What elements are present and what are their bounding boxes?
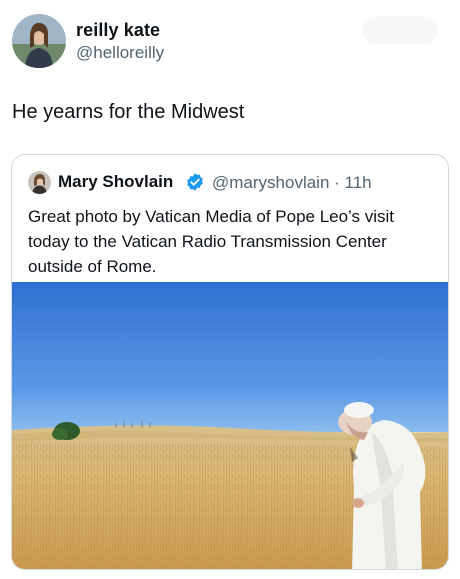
quoted-post-text: Great photo by Vatican Media of Pope Leo… — [28, 207, 395, 276]
author-display-name[interactable]: reilly kate — [76, 20, 160, 41]
author-avatar-image — [12, 14, 66, 68]
quoted-avatar-image — [28, 171, 51, 194]
author-handle[interactable]: @helloreilly — [76, 43, 164, 63]
quoted-author-avatar[interactable] — [28, 171, 51, 194]
quoted-display-name[interactable]: Mary Shovlain — [58, 172, 173, 192]
faded-button — [362, 16, 438, 44]
verified-badge-icon — [187, 173, 203, 191]
post-container: reilly kate @helloreilly He yearns for t… — [0, 0, 460, 579]
quoted-handle-time[interactable]: @maryshovlain · 11h — [212, 173, 372, 193]
post-text: He yearns for the Midwest — [12, 101, 245, 123]
author-avatar[interactable] — [12, 14, 66, 68]
quoted-post-photo[interactable] — [12, 282, 449, 570]
quoted-post-card[interactable]: Mary Shovlain @maryshovlain · 11h Great … — [11, 154, 449, 570]
